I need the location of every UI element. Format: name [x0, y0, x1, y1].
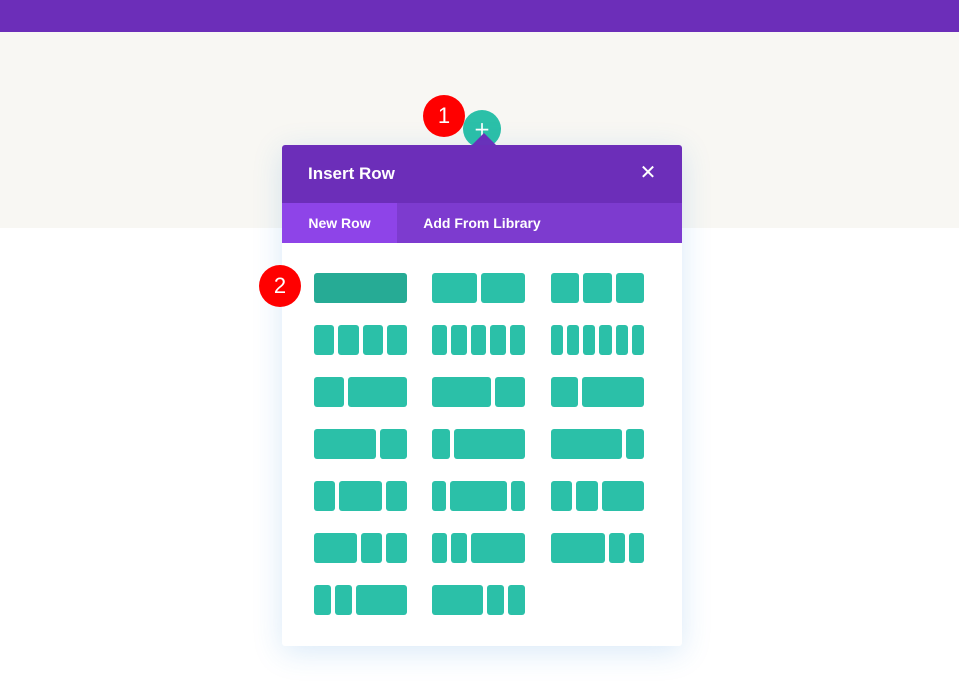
layout-column-block	[495, 377, 525, 407]
close-icon[interactable]: ✕	[638, 162, 658, 182]
layout-column-block	[601, 481, 644, 511]
row-layout-option[interactable]	[432, 325, 525, 355]
layout-column-block	[583, 273, 612, 303]
row-layout-option[interactable]	[551, 533, 644, 563]
row-layout-option[interactable]	[432, 429, 525, 459]
annotation-badge-2: 2	[259, 265, 301, 307]
layout-column-block	[314, 377, 344, 407]
row-layout-option[interactable]	[551, 325, 644, 355]
row-layout-option[interactable]	[314, 377, 407, 407]
row-layout-option[interactable]	[551, 377, 644, 407]
column-layout-grid	[282, 243, 682, 643]
layout-column-block	[631, 325, 644, 355]
layout-column-block	[615, 325, 628, 355]
layout-column-block	[314, 273, 407, 303]
layout-column-block	[480, 273, 525, 303]
row-layout-option[interactable]	[432, 481, 525, 511]
insert-row-modal: Insert Row ✕ New Row Add From Library	[282, 145, 682, 646]
layout-column-block	[628, 533, 644, 563]
row-layout-option[interactable]	[314, 481, 407, 511]
modal-header: Insert Row ✕	[282, 145, 682, 203]
row-layout-option[interactable]	[432, 533, 525, 563]
layout-column-block	[339, 481, 382, 511]
layout-column-block	[314, 533, 357, 563]
layout-column-block	[510, 481, 525, 511]
layout-column-block	[581, 377, 644, 407]
layout-column-block	[432, 325, 448, 355]
layout-column-block	[599, 325, 612, 355]
layout-column-block	[432, 533, 448, 563]
layout-column-block	[432, 585, 483, 615]
layout-column-block	[314, 325, 335, 355]
layout-column-block	[508, 585, 525, 615]
layout-column-block	[432, 377, 492, 407]
layout-column-block	[609, 533, 625, 563]
layout-column-block	[314, 585, 331, 615]
layout-column-block	[451, 325, 467, 355]
layout-column-block	[551, 273, 580, 303]
row-layout-option[interactable]	[432, 273, 525, 303]
row-layout-option[interactable]	[314, 533, 407, 563]
row-layout-option[interactable]	[432, 377, 525, 407]
layout-column-block	[450, 481, 507, 511]
layout-column-block	[432, 481, 447, 511]
layout-column-block	[385, 481, 407, 511]
layout-column-block	[487, 585, 504, 615]
layout-column-block	[567, 325, 580, 355]
layout-column-block	[551, 481, 573, 511]
layout-column-block	[356, 585, 407, 615]
row-layout-option[interactable]	[314, 325, 407, 355]
layout-column-block	[551, 533, 606, 563]
layout-column-block	[335, 585, 352, 615]
modal-tabs: New Row Add From Library	[282, 203, 682, 243]
layout-column-block	[451, 533, 467, 563]
layout-column-block	[362, 325, 383, 355]
layout-column-block	[509, 325, 525, 355]
modal-pointer-arrow	[472, 133, 496, 145]
layout-column-block	[347, 377, 407, 407]
tab-add-from-library[interactable]: Add From Library	[397, 203, 567, 243]
layout-column-block	[432, 273, 477, 303]
layout-column-block	[576, 481, 598, 511]
layout-column-block	[380, 429, 407, 459]
row-layout-option[interactable]	[551, 273, 644, 303]
layout-column-block	[470, 325, 487, 355]
row-layout-option[interactable]	[551, 429, 644, 459]
layout-column-block	[490, 325, 506, 355]
layout-column-block	[583, 325, 596, 355]
layout-column-block	[386, 325, 407, 355]
layout-column-block	[314, 481, 336, 511]
modal-title: Insert Row	[308, 164, 395, 183]
layout-column-block	[385, 533, 407, 563]
row-layout-option[interactable]	[551, 481, 644, 511]
row-layout-option[interactable]	[314, 429, 407, 459]
layout-column-block	[551, 429, 623, 459]
layout-column-block	[453, 429, 525, 459]
layout-column-block	[314, 429, 377, 459]
layout-column-block	[551, 377, 578, 407]
layout-column-block	[432, 429, 450, 459]
layout-column-block	[626, 429, 644, 459]
row-layout-option[interactable]	[432, 585, 525, 615]
layout-column-block	[615, 273, 644, 303]
builder-top-bar	[0, 0, 959, 32]
layout-column-block	[551, 325, 564, 355]
row-layout-option[interactable]	[314, 273, 407, 303]
tab-new-row[interactable]: New Row	[282, 203, 397, 243]
row-layout-option[interactable]	[314, 585, 407, 615]
layout-column-block	[360, 533, 382, 563]
layout-column-block	[470, 533, 525, 563]
layout-column-block	[338, 325, 359, 355]
annotation-badge-1: 1	[423, 95, 465, 137]
